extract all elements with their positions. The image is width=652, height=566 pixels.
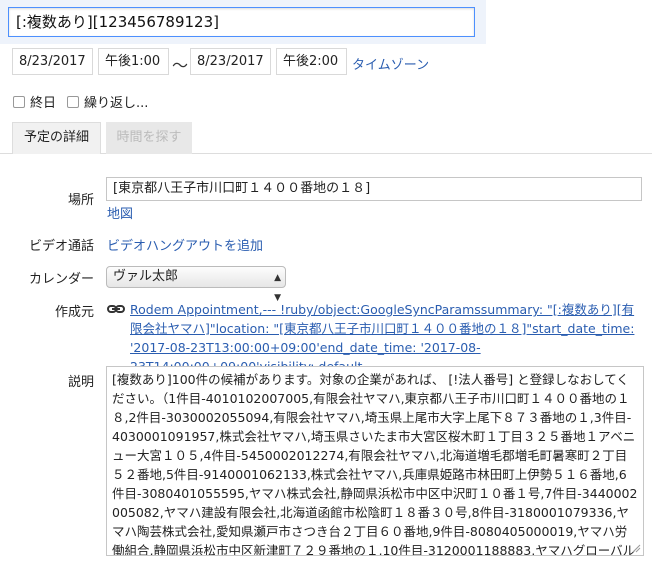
description-text: [複数あり]100件の候補があります。対象の企業があれば、 [!法人番号] と登…	[112, 372, 638, 556]
video-call-label: ビデオ通話	[28, 239, 94, 254]
add-hangout-link[interactable]: ビデオハングアウトを追加	[107, 235, 263, 254]
created-by-label: 作成元	[54, 305, 94, 320]
calendar-select-value: ヴァル太郎	[113, 269, 179, 284]
end-time-field[interactable]: 午後2:00	[276, 48, 347, 75]
date-range-separator: 〜	[172, 56, 189, 75]
map-link[interactable]: 地図	[107, 203, 133, 222]
all-day-label: 終日	[30, 96, 57, 111]
description-textarea[interactable]: [複数あり]100件の候補があります。対象の企業があれば、 [!法人番号] と登…	[106, 366, 644, 556]
tab-find-time[interactable]: 時間を探す	[106, 122, 192, 154]
checkbox-icon[interactable]	[13, 95, 25, 108]
all-day-checkbox[interactable]: 終日	[13, 92, 56, 111]
description-label: 説明	[67, 375, 94, 390]
start-date-field[interactable]: 8/23/2017	[12, 48, 93, 75]
calendar-select[interactable]: ヴァル太郎 ▲ ▼	[106, 266, 286, 303]
repeat-checkbox[interactable]: 繰り返し...	[67, 92, 148, 111]
source-link[interactable]: Rodem Appointment,--- !ruby/object:Googl…	[130, 300, 640, 376]
tab-event-details[interactable]: 予定の詳細	[12, 122, 101, 154]
start-time-field[interactable]: 午後1:00	[98, 48, 169, 75]
link-icon	[107, 305, 125, 313]
where-input[interactable]: [東京都八王子市川口町１４００番地の１８]	[106, 177, 642, 201]
event-title-input[interactable]: [:複数あり][123456789123]	[8, 7, 475, 37]
checkbox-icon[interactable]	[67, 95, 79, 108]
repeat-label: 繰り返し...	[84, 96, 149, 111]
where-label: 場所	[67, 193, 94, 208]
timezone-link[interactable]: タイムゾーン	[352, 54, 429, 73]
resize-handle-icon[interactable]	[631, 543, 641, 553]
end-date-field[interactable]: 8/23/2017	[190, 48, 271, 75]
calendar-label: カレンダー	[28, 272, 94, 287]
